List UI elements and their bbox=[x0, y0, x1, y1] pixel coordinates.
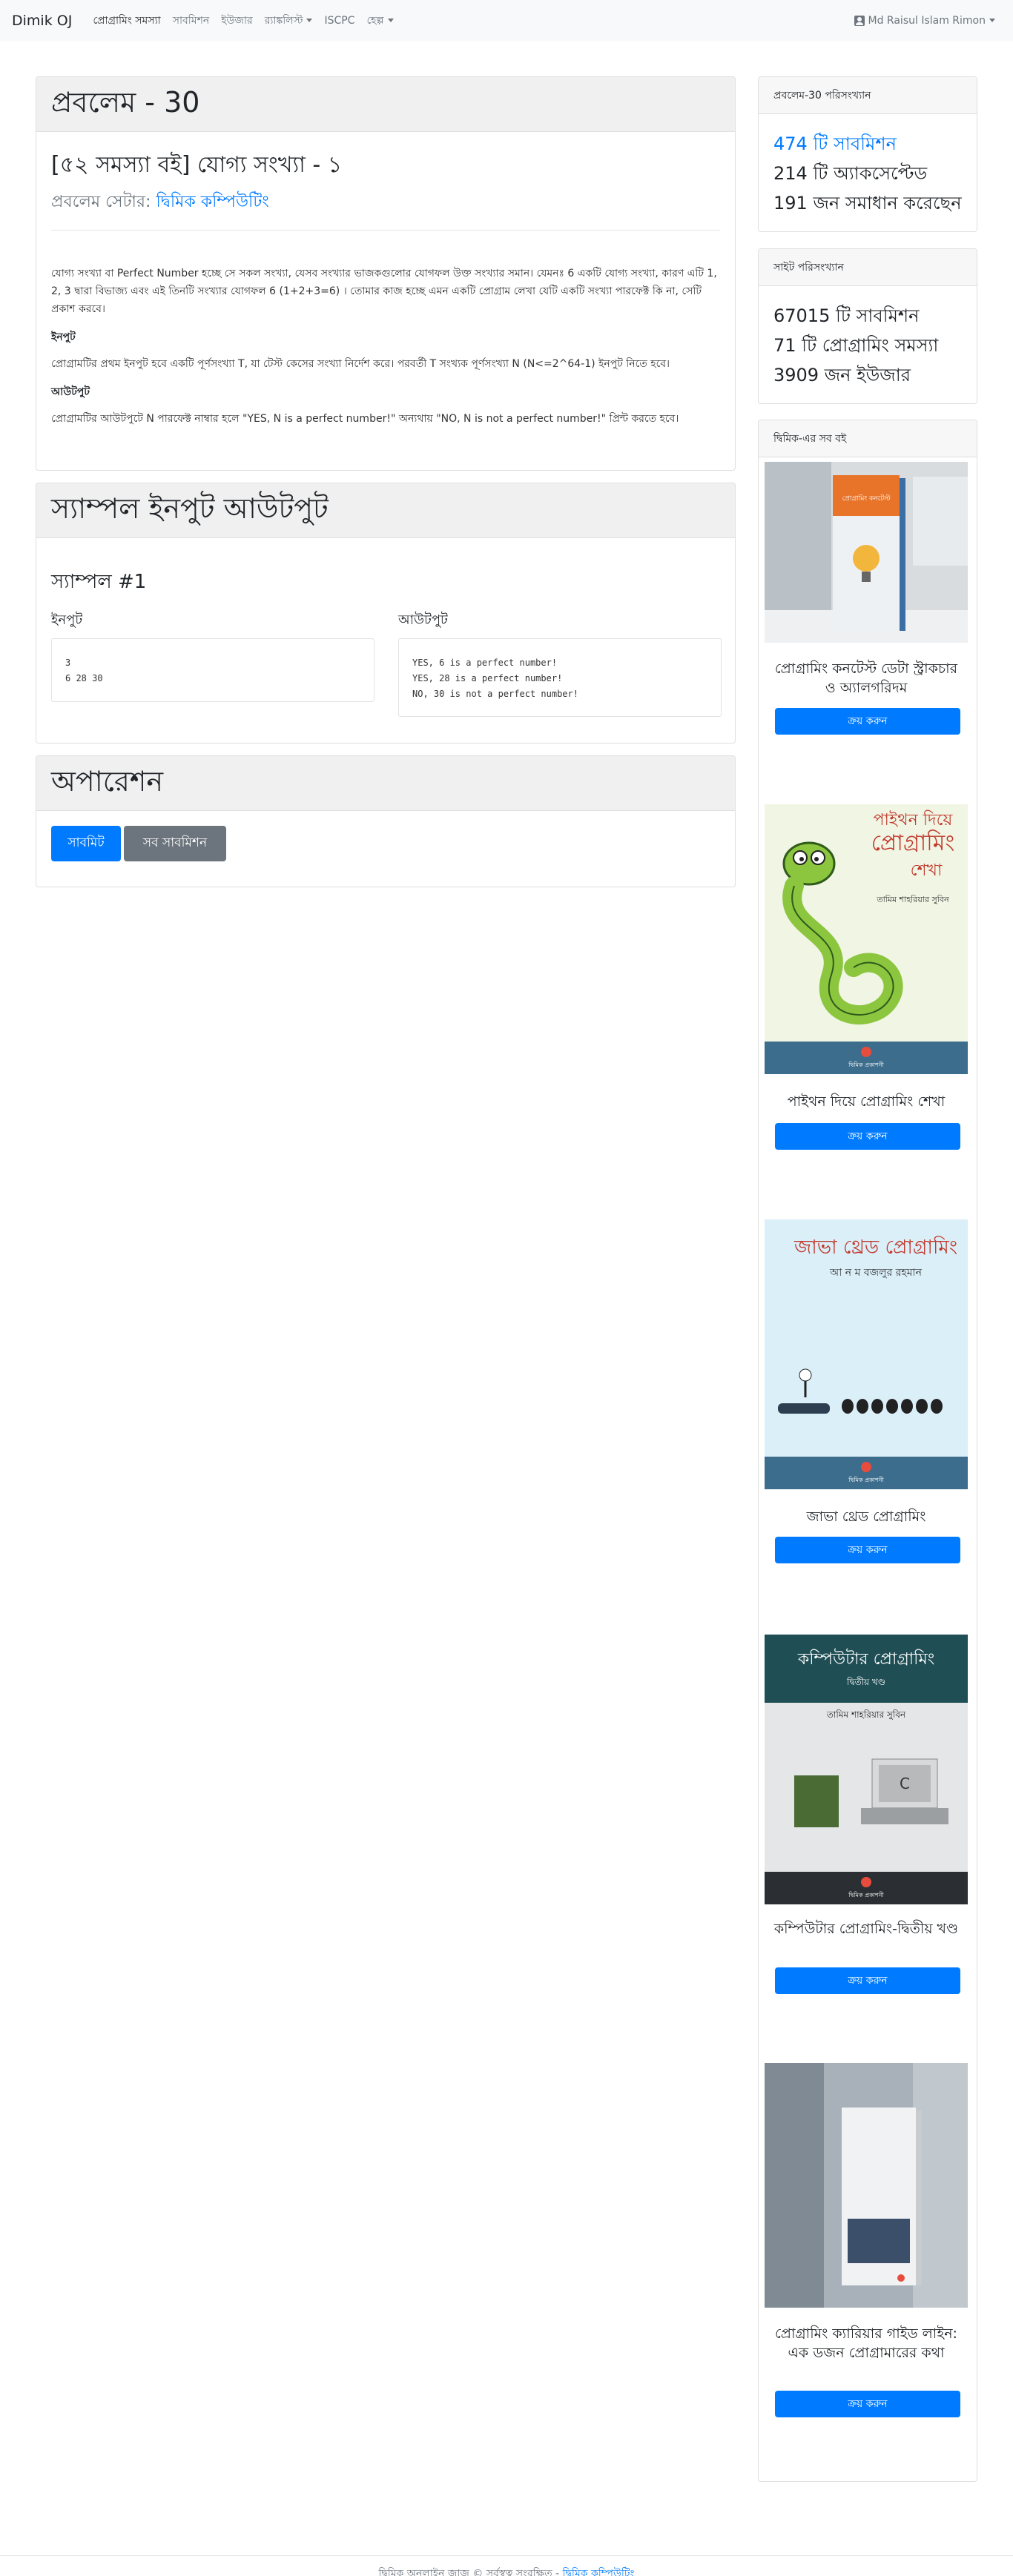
sample-input-box: 3 6 28 30 bbox=[51, 638, 374, 702]
nav-ranklist[interactable]: র‍্যাঙ্কলিস্ট bbox=[265, 12, 313, 30]
book-cover-image[interactable] bbox=[765, 2063, 968, 2308]
books-header: দ্বিমিক-এর সব বই bbox=[759, 420, 977, 457]
book-title: পাইথন দিয়ে প্রোগ্রামিং শেখা bbox=[787, 1093, 946, 1110]
book-2-cover-subtitle: প্রোগ্রামিং bbox=[871, 830, 955, 856]
input-description: প্রোগ্রামটির প্রথম ইনপুট হবে একটি পূর্ণস… bbox=[51, 358, 670, 370]
setter-label: প্রবলেম সেটার: bbox=[51, 193, 151, 211]
nav-ranklist-label: র‍্যাঙ্কলিস্ট bbox=[264, 14, 303, 27]
user-name: Md Raisul Islam Rimon bbox=[868, 14, 986, 27]
book-3-cover-title: জাভা থ্রেড প্রোগ্রামিং bbox=[793, 1236, 957, 1259]
book-cover-image[interactable]: পাইথন দিয়ে প্রোগ্রামিং শেখা তামিম শাহরি… bbox=[765, 804, 968, 1074]
footer: দ্বিমিক অনলাইন জাজ © সর্বস্বত্ব সংরক্ষিত… bbox=[0, 2555, 1013, 2576]
svg-text:C: C bbox=[900, 1775, 910, 1792]
book-4-cover-author: তামিম শাহরিয়ার সুবিন bbox=[826, 1709, 906, 1721]
book-title: জাভা থ্রেড প্রোগ্রামিং bbox=[806, 1509, 926, 1525]
book-title: প্রোগ্রামিং কনটেস্ট ডেটা স্ট্রাকচার ও অ্… bbox=[774, 660, 958, 696]
sample-input-label: ইনপুট bbox=[51, 612, 83, 628]
operations-title: অপারেশন bbox=[51, 764, 164, 798]
book-1-cover-title: প্রোগ্রামিং কনটেস্ট bbox=[842, 494, 891, 503]
submit-button[interactable]: সাবমিট bbox=[51, 826, 121, 861]
operations-header: অপারেশন bbox=[36, 756, 735, 811]
sample-output-box: YES, 6 is a perfect number! YES, 28 is a… bbox=[398, 638, 722, 717]
footer-text: দ্বিমিক অনলাইন জাজ © সর্বস্বত্ব সংরক্ষিত… bbox=[378, 2568, 560, 2576]
book-2-cover-author: তামিম শাহরিয়ার সুবিন bbox=[876, 895, 949, 904]
books-card: দ্বিমিক-এর সব বই প্রোগ্রামিং কনটেস্ট প্র… bbox=[758, 420, 977, 2482]
chevron-down-icon bbox=[387, 19, 394, 22]
book-cover-art: পাইথন দিয়ে প্রোগ্রামিং শেখা তামিম শাহরি… bbox=[765, 804, 968, 1074]
nav-problems[interactable]: প্রোগ্রামিং সমস্যা bbox=[93, 12, 160, 30]
book-title: কম্পিউটার প্রোগ্রামিং-দ্বিতীয় খণ্ড bbox=[773, 1921, 959, 1937]
problem-header: প্রবলেম - 30 bbox=[51, 85, 200, 119]
site-stats-card: সাইট পরিসংখ্যান 67015 টি সাবমিশন 71 টি প… bbox=[758, 248, 977, 404]
buy-button[interactable]: ক্রয় করুন bbox=[775, 1537, 960, 1563]
book-cover-art: প্রোগ্রামিং কনটেস্ট bbox=[765, 462, 968, 643]
book-cover-image[interactable]: জাভা থ্রেড প্রোগ্রামিং আ ন ম বজলুর রহমান… bbox=[765, 1219, 968, 1489]
user-icon bbox=[854, 15, 865, 26]
sample-io-title: স্যাম্পল ইনপুট আউটপুট bbox=[51, 491, 329, 525]
site-problem-count: 71 টি প্রোগ্রামিং সমস্যা bbox=[773, 335, 939, 356]
all-submissions-button[interactable]: সব সাবমিশন bbox=[124, 826, 226, 861]
site-user-count: 3909 জন ইউজার bbox=[773, 365, 911, 385]
book-3-cover-author: আ ন ম বজলুর রহমান bbox=[829, 1267, 923, 1279]
chevron-down-icon bbox=[306, 19, 313, 22]
book-title: প্রোগ্রামিং ক্যারিয়ার গাইড লাইন: এক ডজন… bbox=[775, 2325, 957, 2361]
sample-title: স্যাম্পল #1 bbox=[51, 571, 147, 593]
problem-title: [৫২ সমস্যা বই] যোগ্য সংখ্যা - ১ bbox=[51, 152, 343, 178]
problem-card: প্রবলেম - 30 [৫২ সমস্যা বই] যোগ্য সংখ্যা… bbox=[36, 76, 736, 471]
input-heading: ইনপুট bbox=[51, 331, 76, 343]
problem-solver-count: 191 জন সমাধান করেছেন bbox=[773, 193, 962, 213]
buy-button[interactable]: ক্রয় করুন bbox=[775, 2391, 960, 2417]
book-cover-art: কম্পিউটার প্রোগ্রামিং দ্বিতীয় খণ্ড তামি… bbox=[765, 1635, 968, 1904]
user-menu[interactable]: Md Raisul Islam Rimon bbox=[854, 0, 995, 41]
sample-io-card: স্যাম্পল ইনপুট আউটপুট স্যাম্পল #1 ইনপুট … bbox=[36, 483, 736, 744]
setter-link[interactable]: দ্বিমিক কম্পিউটিং bbox=[156, 193, 268, 211]
brand-link[interactable]: Dimik OJ bbox=[12, 13, 72, 29]
chevron-down-icon bbox=[989, 19, 995, 22]
book-4-publisher: দ্বিমিক প্রকাশনী bbox=[848, 1891, 884, 1898]
nav-help[interactable]: হেল্প bbox=[366, 12, 394, 30]
top-navbar: Dimik OJ প্রোগ্রামিং সমস্যা সাবমিশন ইউজা… bbox=[0, 0, 1013, 41]
sample-io-header: স্যাম্পল ইনপুট আউটপুট bbox=[36, 483, 735, 538]
footer-link[interactable]: দ্বিমিক কম্পিউটিং bbox=[563, 2568, 635, 2576]
book-2-cover-title: পাইথন দিয়ে bbox=[874, 810, 954, 830]
buy-button[interactable]: ক্রয় করুন bbox=[775, 1967, 960, 1994]
sample-output-label: আউটপুট bbox=[398, 612, 448, 628]
problem-accepted-count: 214 টি অ্যাকসেপ্টেড bbox=[773, 163, 928, 184]
book-4-cover-subtitle: দ্বিতীয় খণ্ড bbox=[846, 1677, 885, 1687]
output-description: প্রোগ্রামটির আউটপুটে N পারফেক্ট নাম্বার … bbox=[51, 413, 679, 425]
book-cover-art bbox=[765, 2063, 968, 2308]
book-cover-art: জাভা থ্রেড প্রোগ্রামিং আ ন ম বজলুর রহমান… bbox=[765, 1219, 968, 1489]
divider bbox=[51, 230, 720, 231]
operations-card: অপারেশন সাবমিট সব সাবমিশন bbox=[36, 755, 736, 887]
problem-card-header: প্রবলেম - 30 bbox=[36, 77, 735, 132]
book-cover-image[interactable]: কম্পিউটার প্রোগ্রামিং দ্বিতীয় খণ্ড তামি… bbox=[765, 1635, 968, 1904]
buy-button[interactable]: ক্রয় করুন bbox=[775, 1123, 960, 1150]
site-submission-count: 67015 টি সাবমিশন bbox=[773, 305, 920, 326]
problem-description: যোগ্য সংখ্যা বা Perfect Number হচ্ছে সে … bbox=[51, 268, 717, 315]
problem-stats-header: প্রবলেম-30 পরিসংখ্যান bbox=[759, 77, 977, 114]
book-2-cover-tail: শেখা bbox=[911, 861, 943, 880]
book-3-publisher: দ্বিমিক প্রকাশনী bbox=[848, 1476, 884, 1483]
book-cover-image[interactable]: প্রোগ্রামিং কনটেস্ট bbox=[765, 462, 968, 643]
problem-stats-card: প্রবলেম-30 পরিসংখ্যান 474 টি সাবমিশন 214… bbox=[758, 76, 977, 232]
output-heading: আউটপুট bbox=[51, 386, 90, 398]
problem-submissions-link[interactable]: 474 টি সাবমিশন bbox=[773, 129, 962, 159]
nav-users[interactable]: ইউজার bbox=[221, 12, 252, 30]
problem-setter: প্রবলেম সেটার: দ্বিমিক কম্পিউটিং bbox=[51, 189, 720, 216]
nav-submissions[interactable]: সাবমিশন bbox=[173, 12, 210, 30]
book-2-publisher: দ্বিমিক প্রকাশনী bbox=[848, 1061, 884, 1068]
nav-iscpc[interactable]: ISCPC bbox=[324, 15, 354, 27]
nav-help-label: হেল্প bbox=[366, 14, 384, 27]
site-stats-header: সাইট পরিসংখ্যান bbox=[759, 249, 977, 286]
buy-button[interactable]: ক্রয় করুন bbox=[775, 708, 960, 735]
book-4-cover-title: কম্পিউটার প্রোগ্রামিং bbox=[797, 1649, 934, 1669]
